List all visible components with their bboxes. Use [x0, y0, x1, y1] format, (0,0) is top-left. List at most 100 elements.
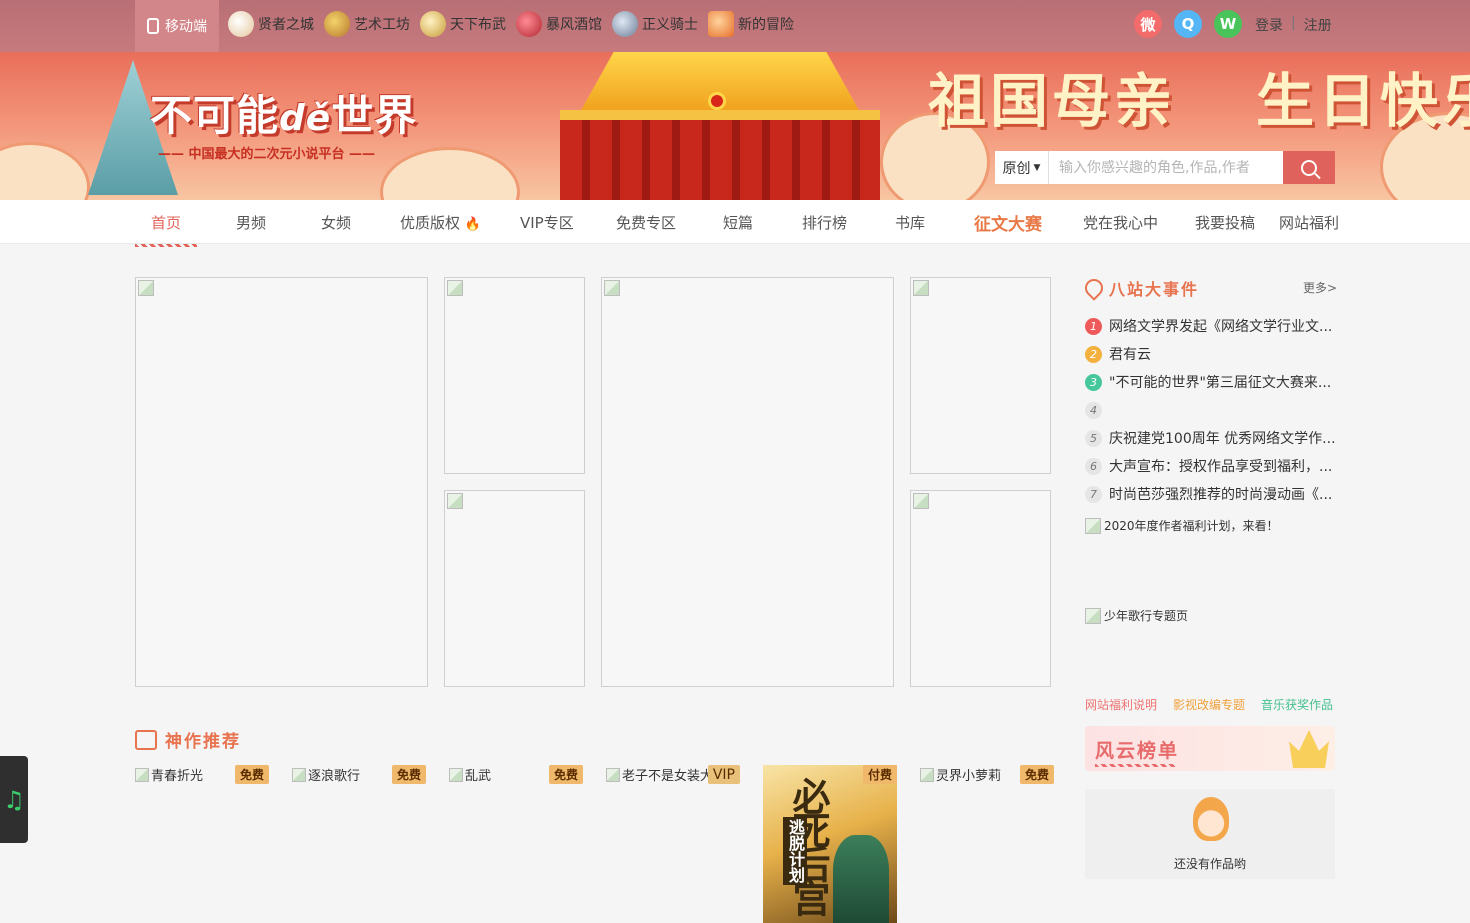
nav-ranking[interactable]: 排行榜 [802, 212, 847, 233]
wine-icon [516, 11, 542, 37]
emblem-icon [708, 92, 726, 110]
search-type-select[interactable]: 原创 ▼ [995, 151, 1049, 184]
header-banner: 不可能dě世界 —— 中国最大的二次元小说平台 —— 祖国母亲 生日快乐 原创▼ [0, 52, 1470, 200]
nav-vip[interactable]: VIP专区 [520, 212, 574, 233]
sub-site-link[interactable]: 贤者之城 [228, 11, 314, 37]
list-item[interactable]: 7 时尚芭莎强烈推荐的时尚漫动画《... [1085, 480, 1335, 508]
tag-link[interactable]: 音乐获奖作品 [1261, 696, 1333, 713]
nav-male[interactable]: 男频 [236, 212, 266, 233]
book-card[interactable]: 老子不是女装大 VIP [606, 765, 740, 784]
cloud-decoration [380, 147, 520, 200]
featured-banner[interactable] [601, 277, 894, 687]
login-link[interactable]: 登录 [1255, 15, 1283, 35]
nav-free[interactable]: 免费专区 [616, 212, 676, 233]
weibo-icon[interactable]: 微 [1134, 10, 1162, 38]
wechat-icon[interactable]: W [1214, 10, 1242, 38]
auth-separator: | [1291, 15, 1296, 31]
featured-banner[interactable] [444, 277, 585, 474]
featured-banner[interactable] [910, 490, 1051, 687]
location-pin-icon [1081, 275, 1107, 301]
ranking-title: 风云榜单 [1095, 740, 1180, 762]
book-card[interactable]: 逐浪歌行 免费 [292, 765, 426, 784]
nav-short[interactable]: 短篇 [723, 212, 753, 233]
broken-image-icon [1085, 517, 1101, 534]
vip-badge: VIP [707, 765, 740, 784]
tag-link[interactable]: 影视改编专题 [1173, 696, 1245, 713]
mobile-label: 移动端 [165, 19, 207, 35]
rank-number: 3 [1085, 373, 1102, 391]
auth-links: 登录 | 注册 [1255, 15, 1332, 35]
register-link[interactable]: 注册 [1304, 15, 1332, 35]
topic-tags: 网站福利说明 影视改编专题 音乐获奖作品 [1085, 696, 1333, 713]
nav-library[interactable]: 书库 [895, 212, 925, 233]
site-logo[interactable]: 不可能dě世界 [150, 82, 417, 143]
fan-icon [420, 11, 446, 37]
wave-underline [1095, 764, 1175, 767]
price-badge: 免费 [548, 765, 583, 784]
list-item[interactable]: 5 庆祝建党100周年 优秀网络文学作... [1085, 424, 1335, 452]
sub-site-label: 正义骑士 [642, 17, 698, 33]
book-card[interactable]: 必死后宫 逃脱计划 付费 [763, 765, 897, 923]
sub-site-link[interactable]: 正义骑士 [612, 11, 698, 37]
broken-image-icon [1085, 607, 1101, 624]
sub-site-link[interactable]: 新的冒险 [708, 11, 794, 37]
list-item-text: 君有云 [1109, 347, 1151, 363]
festival-banner-text: 祖国母亲 生日快乐 [928, 54, 1470, 138]
nav-party[interactable]: 党在我心中 [1083, 212, 1158, 233]
sub-site-link[interactable]: 暴风酒馆 [516, 11, 602, 37]
logo-text: 不可能 [150, 91, 280, 140]
scroll-icon [228, 11, 254, 37]
cover-subtitle: 逃脱计划 [783, 817, 807, 885]
promo-image-link[interactable]: 2020年度作者福利计划，来看！ [1085, 517, 1279, 534]
book-title: 逐浪歌行 [308, 769, 361, 784]
book-card[interactable]: 灵界小萝莉 免费 [920, 765, 1054, 784]
mascot-icon [1193, 797, 1229, 841]
nav-submit[interactable]: 我要投稿 [1195, 212, 1255, 233]
events-list: 1 网络文学界发起《网络文学行业文... 2 君有云 3 "不可能的世界"第三届征文大… [1085, 312, 1335, 508]
nav-contest[interactable]: 征文大赛 [974, 210, 1042, 235]
list-item[interactable]: 2 君有云 [1085, 340, 1335, 368]
list-item[interactable]: 1 网络文学界发起《网络文学行业文... [1085, 312, 1335, 340]
recommend-header: 神作推荐 [135, 727, 241, 752]
ranking-empty-state: 还没有作品哟 [1085, 789, 1335, 879]
palace-illustration [560, 110, 880, 200]
list-item-text: 大声宣布：授权作品享受到福利，... [1109, 459, 1333, 475]
sub-site-link[interactable]: 艺术工坊 [324, 11, 410, 37]
list-item[interactable]: 4 [1085, 396, 1335, 424]
rank-number: 2 [1085, 345, 1102, 363]
empty-message: 还没有作品哟 [1173, 857, 1246, 871]
thumbs-up-icon [135, 729, 157, 750]
cover-character-illustration [833, 835, 889, 923]
nav-welfare[interactable]: 网站福利 [1279, 212, 1339, 233]
search-type-label: 原创 [1002, 160, 1031, 177]
search-input[interactable] [1049, 151, 1283, 184]
featured-banner[interactable] [910, 277, 1051, 474]
book-title: 乱武 [465, 769, 492, 784]
featured-banner[interactable] [444, 490, 585, 687]
nav-home[interactable]: 首页 [134, 212, 198, 247]
tag-link[interactable]: 网站福利说明 [1085, 696, 1157, 713]
mobile-link[interactable]: 移动端 [135, 0, 219, 52]
crown-icon [1289, 730, 1329, 768]
top-bar: 移动端 贤者之城 艺术工坊 天下布武 暴风酒馆 正义骑士 新的冒险 微 Q W … [0, 0, 1470, 52]
search-bar: 原创 ▼ [995, 151, 1335, 184]
music-player-toggle[interactable]: ♫ [0, 756, 28, 843]
list-item[interactable]: 3 "不可能的世界"第三届征文大赛来... [1085, 368, 1335, 396]
sub-site-link[interactable]: 天下布武 [420, 11, 506, 37]
search-button[interactable] [1283, 151, 1335, 184]
book-card[interactable]: 乱武 免费 [449, 765, 583, 784]
nav-female[interactable]: 女频 [321, 212, 351, 233]
featured-banner[interactable] [135, 277, 428, 687]
nav-copyright[interactable]: 优质版权 🔥 [400, 212, 481, 233]
events-more-link[interactable]: 更多> [1303, 279, 1337, 296]
promo-text: 少年歌行专题页 [1104, 609, 1189, 623]
social-links: 微 Q W [1134, 10, 1242, 38]
promo-image-link[interactable]: 少年歌行专题页 [1085, 607, 1188, 624]
book-card[interactable]: 青春折光 免费 [135, 765, 269, 784]
recommend-title: 神作推荐 [165, 732, 241, 752]
site-slogan: —— 中国最大的二次元小说平台 —— [158, 147, 376, 162]
events-title: 八站大事件 [1109, 280, 1200, 299]
ranking-header: 风云榜单 [1085, 726, 1335, 771]
list-item[interactable]: 6 大声宣布：授权作品享受到福利，... [1085, 452, 1335, 480]
qq-icon[interactable]: Q [1174, 10, 1202, 38]
